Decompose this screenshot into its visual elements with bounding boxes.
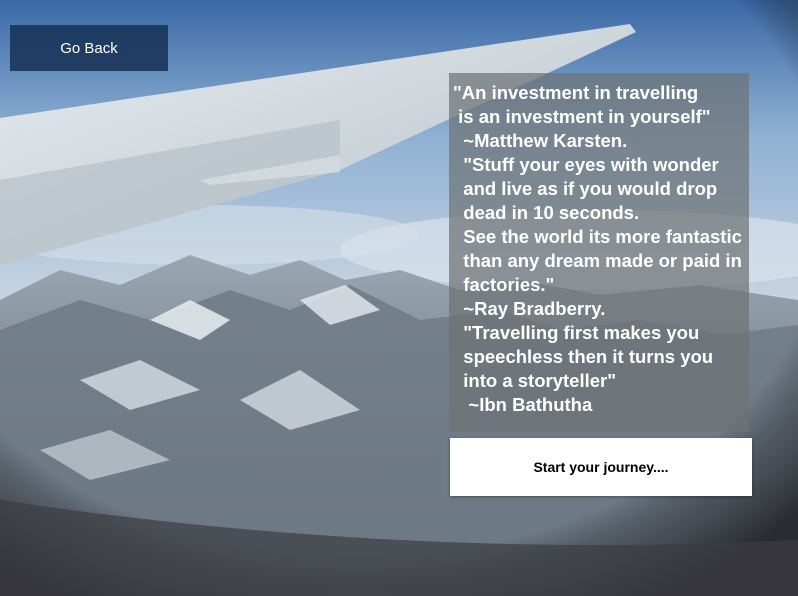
quotes-panel: "An investment in travelling is an inves… (449, 73, 749, 432)
quote-author: ~Matthew Karsten. (453, 130, 628, 151)
quote-author: ~Ibn Bathutha (453, 394, 593, 415)
start-journey-button[interactable]: Start your journey.... (450, 438, 752, 496)
quote-line: "An investment in travelling (453, 82, 699, 103)
quote-line: is an investment in yourself" (453, 106, 711, 127)
quote-line: factories." (453, 274, 555, 295)
go-back-button[interactable]: Go Back (10, 25, 168, 71)
quote-line: into a storyteller" (453, 370, 616, 391)
quote-line: "Travelling first makes you (453, 322, 700, 343)
quote-line: speechless then it turns you (453, 346, 714, 367)
quote-line: and live as if you would drop (453, 178, 718, 199)
quote-line: "Stuff your eyes with wonder (453, 154, 719, 175)
quote-author: ~Ray Bradberry. (453, 298, 606, 319)
quote-line: dead in 10 seconds. (453, 202, 640, 223)
quote-line: See the world its more fantastic (453, 226, 742, 247)
quote-line: than any dream made or paid in (453, 250, 742, 271)
